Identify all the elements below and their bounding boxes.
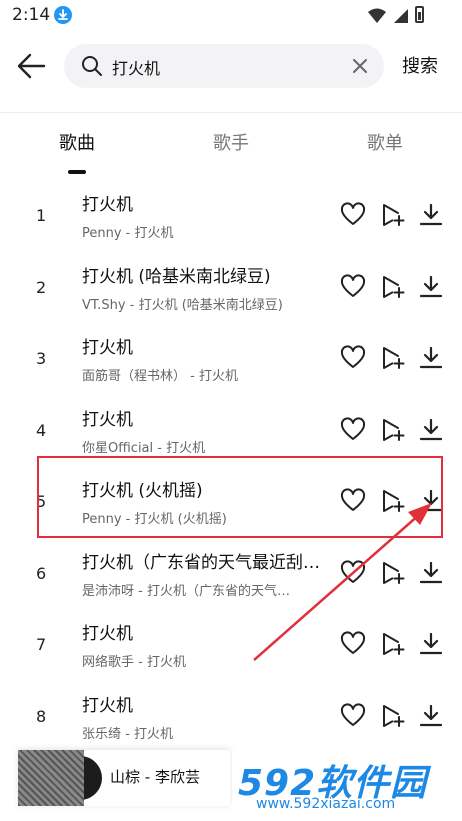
add-to-playlist-icon[interactable] [380,417,406,443]
search-icon [80,54,104,82]
download-icon[interactable] [418,703,444,729]
download-icon[interactable] [418,202,444,228]
heart-icon[interactable] [340,273,366,300]
watermark: 592软件园 www.592xiazai.com [232,752,460,818]
song-title: 打火机（广东省的天气最近刮… [82,552,320,573]
add-to-playlist-icon[interactable] [380,631,406,657]
download-icon[interactable] [418,345,444,371]
highlight-box [37,456,443,538]
song-index: 4 [36,420,47,440]
song-row[interactable]: 4 打火机 你星Official - 打火机 [0,395,462,466]
download-icon[interactable] [418,274,444,300]
song-title: 打火机 [82,195,133,215]
song-row[interactable]: 3 打火机 面筋哥（程书林） - 打火机 [0,323,462,394]
search-box [64,44,384,88]
download-icon[interactable] [418,631,444,657]
back-arrow-icon[interactable] [14,50,50,82]
song-row[interactable]: 2 打火机 (哈基米南北绿豆) VT.Shy - 打火机 (哈基米南北绿豆) [0,252,462,323]
heart-icon[interactable] [340,559,366,586]
search-button[interactable]: 搜索 [402,52,438,78]
song-subtitle: 是沛沛呀 - 打火机（广东省的天气… [82,583,290,599]
download-icon[interactable] [418,560,444,586]
song-subtitle: 张乐绮 - 打火机 [82,726,173,742]
status-bar: 2:14 [0,0,462,32]
battery-icon [415,6,424,23]
add-to-playlist-icon[interactable] [380,560,406,586]
song-subtitle: VT.Shy - 打火机 (哈基米南北绿豆) [82,297,283,313]
song-title: 打火机 [82,338,133,358]
tab-songs[interactable]: 歌曲 [59,129,95,155]
add-to-playlist-icon[interactable] [380,202,406,228]
result-tabs: 歌曲 歌手 歌单 [0,113,462,175]
song-index: 6 [36,563,47,583]
song-subtitle: Penny - 打火机 [82,226,174,241]
heart-icon[interactable] [340,202,366,228]
song-row[interactable]: 1 打火机 Penny - 打火机 [0,180,462,251]
song-row[interactable]: 8 打火机 张乐绮 - 打火机 [0,681,462,752]
heart-icon[interactable] [340,702,366,729]
song-title: 打火机 [82,695,133,716]
tab-indicator [68,170,86,174]
watermark-url: www.592xiazai.com [256,796,396,812]
now-playing-title: 山棕 - 李欣芸 [110,768,200,786]
add-to-playlist-icon[interactable] [380,274,406,300]
tab-artists[interactable]: 歌手 [213,129,249,155]
heart-icon[interactable] [340,345,366,371]
add-to-playlist-icon[interactable] [380,345,406,371]
tab-playlists[interactable]: 歌单 [367,129,403,155]
add-to-playlist-icon[interactable] [380,703,406,729]
song-index: 1 [36,206,47,225]
song-title: 打火机 (哈基米南北绿豆) [82,266,271,287]
download-notification-icon [54,6,72,24]
song-index: 2 [36,277,47,297]
clear-icon[interactable] [350,56,370,80]
heart-icon[interactable] [340,631,366,657]
heart-icon[interactable] [340,416,366,443]
song-index: 8 [36,706,47,726]
status-time: 2:14 [12,5,51,25]
album-cover [18,750,84,806]
song-row[interactable]: 7 打火机 网络歌手 - 打火机 [0,609,462,680]
song-subtitle: 网络歌手 - 打火机 [82,655,186,670]
search-input[interactable] [110,51,334,83]
download-icon[interactable] [418,417,444,443]
song-title: 打火机 [82,409,133,430]
mini-player[interactable]: 山棕 - 李欣芸 [18,750,230,806]
song-index: 3 [36,349,47,368]
song-subtitle: 面筋哥（程书林） - 打火机 [82,369,238,384]
search-header: 搜索 [0,32,462,113]
song-subtitle: 你星Official - 打火机 [82,440,206,456]
song-title: 打火机 [82,624,133,644]
song-row[interactable]: 6 打火机（广东省的天气最近刮… 是沛沛呀 - 打火机（广东省的天气… [0,538,462,609]
song-index: 7 [36,635,47,654]
